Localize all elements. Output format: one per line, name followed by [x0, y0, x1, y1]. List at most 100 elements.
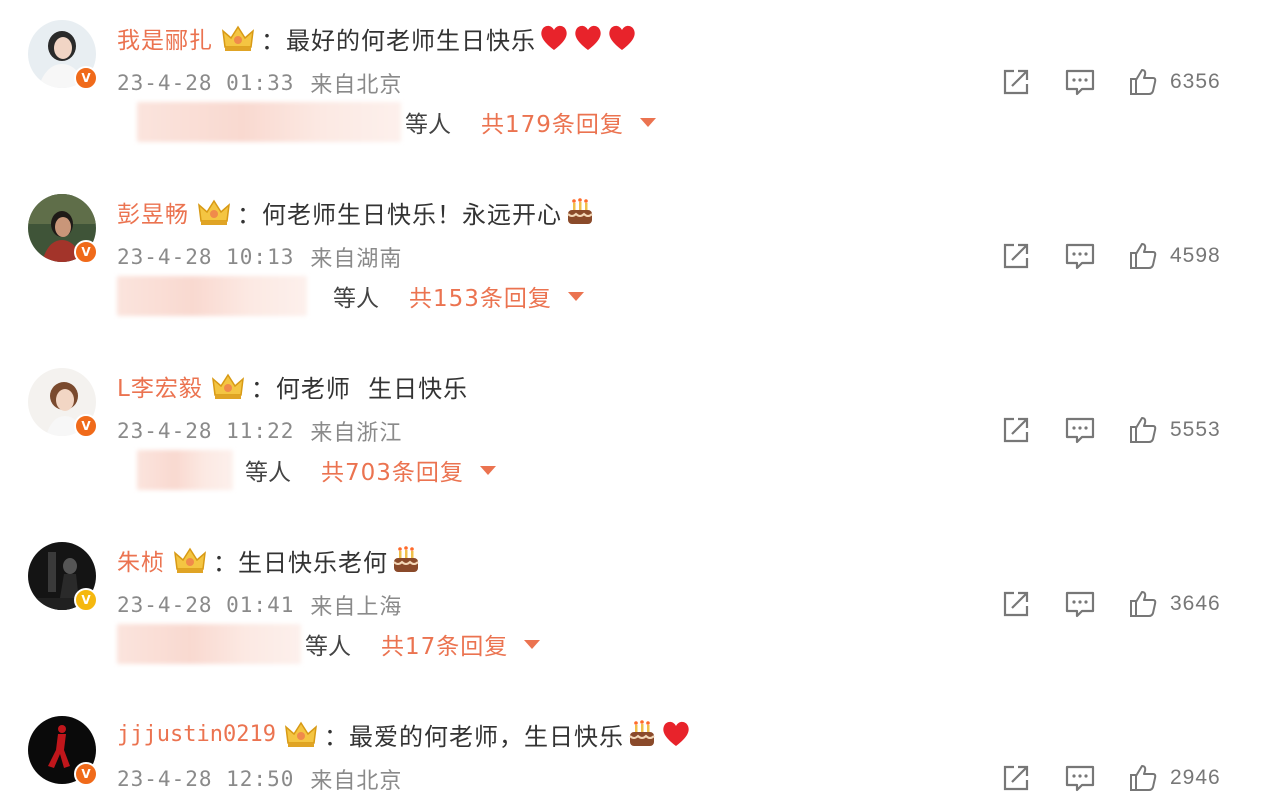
comment-icon — [1065, 243, 1095, 270]
chevron-down-icon[interactable] — [524, 639, 541, 649]
like-button[interactable]: 6356 — [1128, 64, 1221, 100]
like-button[interactable]: 4598 — [1128, 238, 1221, 274]
share-icon — [1003, 765, 1029, 791]
share-icon — [1003, 69, 1029, 95]
like-count: 5553 — [1170, 418, 1221, 441]
reply-summary[interactable]: 等人 共179条回复 — [137, 102, 656, 142]
timestamp: 23-4-28 11:22 — [117, 419, 295, 443]
avatar[interactable]: V — [28, 20, 98, 90]
username[interactable]: 我是郦扎 — [117, 21, 213, 55]
like-button[interactable]: 2946 — [1128, 760, 1221, 796]
like-count: 4598 — [1170, 244, 1221, 267]
share-button[interactable] — [1000, 412, 1032, 448]
comment-text: ：何老师 生日快乐 — [250, 374, 469, 403]
like-icon — [1130, 417, 1157, 443]
share-icon — [1003, 243, 1029, 269]
share-icon — [1003, 417, 1029, 443]
reply-summary[interactable]: 等人 共17条回复 — [117, 624, 541, 664]
comment-item: V 我是郦扎 ：最好的何老师生日快乐 23-4-28 01:33 来自北京 63… — [0, 0, 1262, 174]
cake-icon — [567, 198, 593, 224]
reply-total-link[interactable]: 共179条回复 — [481, 105, 624, 139]
comment-button[interactable] — [1064, 760, 1096, 796]
chevron-down-icon[interactable] — [479, 465, 496, 475]
like-count: 2946 — [1170, 766, 1221, 789]
like-count: 3646 — [1170, 592, 1221, 615]
cake-icon — [393, 546, 419, 572]
chevron-down-icon[interactable] — [567, 291, 584, 301]
verified-badge: V — [74, 240, 98, 264]
share-button[interactable] — [1000, 586, 1032, 622]
comment-item: V jjjustin0219 ：最爱的何老师，生日快乐 23-4-28 12:5… — [0, 696, 1262, 811]
comment-icon — [1065, 417, 1095, 444]
comment-button[interactable] — [1064, 586, 1096, 622]
share-button[interactable] — [1000, 760, 1032, 796]
comment-icon — [1065, 69, 1095, 96]
reply-etc-label: 等人 — [245, 460, 291, 486]
blurred-repliers — [117, 624, 301, 664]
username[interactable]: jjjustin0219 — [117, 722, 276, 747]
like-icon — [1130, 243, 1157, 269]
like-icon — [1130, 591, 1157, 617]
comment-text: ：最好的何老师生日快乐 — [261, 26, 536, 55]
location: 来自上海 — [310, 595, 403, 620]
reply-etc-label: 等人 — [305, 634, 351, 660]
timestamp: 23-4-28 12:50 — [117, 767, 295, 791]
timestamp: 23-4-28 10:13 — [117, 245, 295, 269]
crown-icon — [284, 721, 317, 747]
crown-icon — [211, 373, 244, 399]
like-icon — [1130, 765, 1157, 791]
username[interactable]: 朱桢 — [117, 543, 165, 577]
reply-total-link[interactable]: 共17条回复 — [381, 627, 508, 661]
blurred-repliers — [137, 102, 401, 142]
reply-summary[interactable]: 等人 共703条回复 — [137, 450, 496, 490]
verified-badge: V — [74, 588, 98, 612]
share-button[interactable] — [1000, 64, 1032, 100]
avatar[interactable]: V — [28, 716, 98, 786]
verified-badge: V — [74, 762, 98, 786]
like-icon — [1130, 69, 1157, 95]
like-button[interactable]: 3646 — [1128, 586, 1221, 622]
username[interactable]: L李宏毅 — [117, 369, 203, 403]
heart-icon — [575, 25, 601, 50]
comment-text: ：生日快乐老何 — [213, 548, 388, 577]
comment-icon — [1065, 765, 1095, 792]
heart-icon — [541, 25, 567, 50]
share-icon — [1003, 591, 1029, 617]
reply-etc-label: 等人 — [405, 112, 451, 138]
like-button[interactable]: 5553 — [1128, 412, 1221, 448]
location: 来自北京 — [310, 769, 403, 794]
comment-text: ：何老师生日快乐！永远开心 — [237, 200, 562, 229]
heart-icon — [663, 721, 689, 746]
verified-badge: V — [74, 66, 98, 90]
avatar[interactable]: V — [28, 194, 98, 264]
reply-etc-label: 等人 — [333, 286, 379, 312]
username[interactable]: 彭昱畅 — [117, 195, 189, 229]
timestamp: 23-4-28 01:41 — [117, 593, 295, 617]
avatar[interactable]: V — [28, 368, 98, 438]
reply-summary[interactable]: 等人 共153条回复 — [117, 276, 584, 316]
comment-icon — [1065, 591, 1095, 618]
blurred-repliers — [117, 276, 307, 316]
avatar[interactable]: V — [28, 542, 98, 612]
heart-icon — [609, 25, 635, 50]
cake-icon — [629, 720, 655, 746]
timestamp: 23-4-28 01:33 — [117, 71, 295, 95]
comment-item: V L李宏毅 ：何老师 生日快乐 23-4-28 11:22 来自浙江 5553… — [0, 348, 1262, 522]
comment-button[interactable] — [1064, 238, 1096, 274]
reply-total-link[interactable]: 共703条回复 — [321, 453, 464, 487]
verified-badge: V — [74, 414, 98, 438]
crown-icon — [198, 199, 230, 225]
crown-icon — [222, 25, 254, 51]
comment-item: V 朱桢 ：生日快乐老何 23-4-28 01:41 来自上海 3646 等人 … — [0, 522, 1262, 696]
crown-icon — [174, 547, 206, 573]
share-button[interactable] — [1000, 238, 1032, 274]
comment-item: V 彭昱畅 ：何老师生日快乐！永远开心 23-4-28 10:13 来自湖南 4… — [0, 174, 1262, 348]
location: 来自湖南 — [310, 247, 403, 272]
reply-total-link[interactable]: 共153条回复 — [409, 279, 552, 313]
comment-button[interactable] — [1064, 64, 1096, 100]
like-count: 6356 — [1170, 70, 1221, 93]
comment-button[interactable] — [1064, 412, 1096, 448]
location: 来自浙江 — [310, 421, 403, 446]
comment-text: ：最爱的何老师，生日快乐 — [323, 722, 624, 751]
chevron-down-icon[interactable] — [639, 117, 656, 127]
